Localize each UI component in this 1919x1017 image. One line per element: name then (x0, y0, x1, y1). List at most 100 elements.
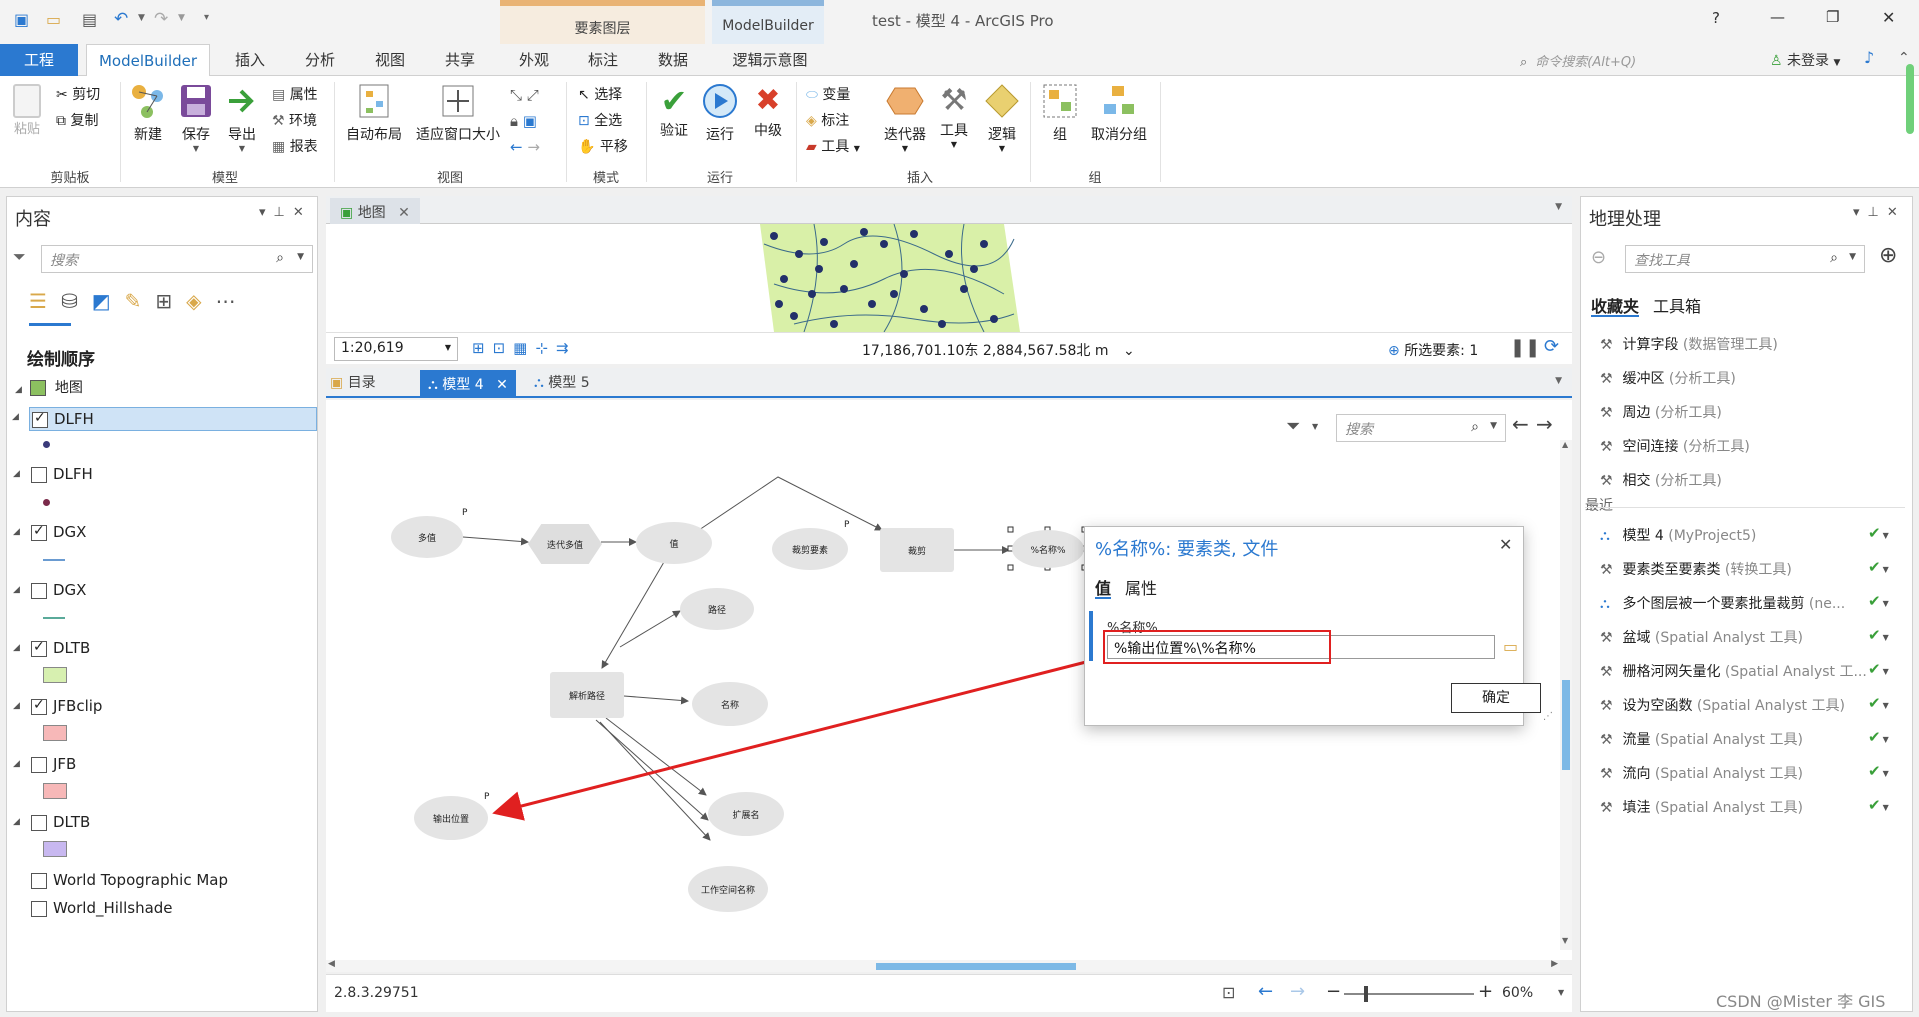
layer-row[interactable]: ◢ DLFH (13, 465, 93, 483)
back-circle-icon[interactable]: ⊖ (1591, 247, 1606, 268)
layer-row[interactable]: ◢ DLTB (13, 813, 90, 831)
selection-icon[interactable]: ◩ (92, 289, 125, 313)
success-check-icon[interactable]: ✔ ▼ (1868, 524, 1889, 542)
model4-tab-close-icon[interactable]: ✕ (496, 377, 508, 393)
model5-tab[interactable]: ⛬ 模型 5 (534, 372, 590, 392)
layer-row[interactable]: ◢ DGX (13, 581, 86, 599)
zoom-slider[interactable] (1344, 986, 1474, 1002)
search-options-icon[interactable]: ▼ (297, 252, 304, 262)
resize-grip-icon[interactable]: ⋰ (1543, 711, 1553, 722)
dialog-close-icon[interactable]: ✕ (1499, 535, 1512, 554)
map-tab[interactable]: ▣ 地图 ✕ (330, 198, 420, 224)
previous-extent-icon[interactable]: ← (510, 138, 523, 156)
recent-tool-item[interactable]: ⚒ 栅格河网矢量化 (Spatial Analyst 工... (1600, 661, 1867, 681)
editing-icon[interactable]: ✎ (125, 289, 156, 313)
add-tool-icon[interactable]: ⊕ (1879, 243, 1897, 268)
success-check-icon[interactable]: ✔ ▼ (1868, 592, 1889, 610)
logic-button[interactable]: 逻辑 ▼ (982, 82, 1022, 153)
redo-icon[interactable]: ↷ (154, 9, 168, 29)
login-button[interactable]: ♙ 未登录 ▼ (1770, 50, 1840, 70)
next-extent-icon[interactable]: → (527, 138, 540, 156)
close-button[interactable]: ✕ (1882, 8, 1895, 27)
properties-button[interactable]: ▤ 属性 (272, 84, 318, 104)
notification-bell-icon[interactable]: ♪ (1864, 48, 1874, 67)
expand-icon[interactable]: ◢ (13, 469, 20, 479)
ungroup-button[interactable]: 取消分组 (1086, 82, 1152, 144)
pan-button[interactable]: ✋ 平移 (578, 136, 628, 156)
zoom-out-icon[interactable]: ⤢ (527, 86, 539, 104)
map-node[interactable]: ◢ 地图 (15, 377, 83, 397)
pause-drawing-icon[interactable]: ❚❚ (1510, 337, 1540, 358)
dialog-ok-button[interactable]: 确定 (1451, 683, 1541, 713)
new-model-button[interactable]: 新建 (128, 82, 168, 144)
favorite-tool-item[interactable]: ⚒ 计算字段 (数据管理工具) (1600, 334, 1778, 354)
expand-icon[interactable]: ◢ (13, 585, 20, 595)
filter-icon[interactable]: ⏷ (13, 247, 26, 267)
scroll-down-icon[interactable]: ▼ (1562, 936, 1568, 945)
recent-tool-item[interactable]: ⚒ 流量 (Spatial Analyst 工具) (1600, 729, 1803, 749)
layer-visibility-checkbox[interactable] (31, 872, 47, 889)
correction-icon[interactable]: ⇉ (556, 339, 577, 357)
basemap-row[interactable]: World_Hillshade (31, 899, 173, 917)
report-button[interactable]: ▦ 报表 (272, 136, 318, 156)
layer-visibility-checkbox[interactable] (31, 582, 47, 599)
grid-icon[interactable]: ⊞ (472, 339, 493, 357)
dialog-tab-value[interactable]: 值 (1095, 575, 1111, 599)
tab-insert[interactable]: 插入 (222, 44, 278, 76)
expand-icon[interactable]: ◢ (13, 527, 20, 537)
tab-labeling[interactable]: 标注 (575, 44, 631, 76)
node-clip-feature[interactable]: 裁剪要素 (772, 528, 848, 570)
node-path[interactable]: 路径 (680, 588, 754, 630)
recent-tool-item[interactable]: ⛬ 模型 4 (MyProject5) (1600, 525, 1756, 545)
contents-search-input[interactable]: 搜索 ⌕ ▼ (41, 245, 313, 273)
success-check-icon[interactable]: ✔ ▼ (1868, 762, 1889, 780)
redo-dropdown-icon[interactable]: ▼ (178, 13, 185, 23)
scroll-left-icon[interactable]: ◀ (328, 959, 335, 969)
stop-button[interactable]: ✖ 中级 (748, 82, 788, 140)
customize-qat-icon[interactable]: ▾ (204, 12, 209, 23)
favorite-tool-item[interactable]: ⚒ 缓冲区 (分析工具) (1600, 368, 1736, 388)
vertical-scrollbar[interactable]: ▲ ▼ (1560, 440, 1572, 950)
undo-dropdown-icon[interactable]: ▼ (138, 13, 145, 23)
favorite-tool-item[interactable]: ⚒ 相交 (分析工具) (1600, 470, 1722, 490)
tab-overflow-icon[interactable]: ▼ (1555, 376, 1562, 386)
node-parse-path[interactable]: 解析路径 (550, 672, 624, 718)
search-options-icon[interactable]: ▼ (1849, 252, 1856, 262)
quick-access-new-icon[interactable]: ▣ (14, 10, 29, 29)
basemap-row[interactable]: World Topographic Map (31, 871, 228, 889)
find-tools-input[interactable]: 查找工具 ⌕ ▼ (1625, 245, 1865, 273)
pane-close-icon[interactable]: ✕ (293, 205, 312, 220)
snapping-toggle-icon[interactable]: ⊹ (535, 339, 556, 357)
recent-tool-item[interactable]: ⛬ 多个图层被一个要素批量裁剪 (ne... (1600, 593, 1845, 613)
success-check-icon[interactable]: ✔ ▼ (1868, 728, 1889, 746)
zoom-in-icon[interactable]: ⤡ (510, 86, 522, 104)
success-check-icon[interactable]: ✔ ▼ (1868, 626, 1889, 644)
variable-button[interactable]: ⬭ 变量 (806, 84, 850, 104)
pane-menu-icon[interactable]: ▾ (1853, 205, 1868, 220)
zoom-dropdown-icon[interactable]: ▼ (1558, 988, 1564, 997)
zoom-in-button[interactable]: + (1478, 981, 1493, 1002)
label-button[interactable]: ◈ 标注 (806, 110, 849, 130)
lock-alt-icon[interactable]: ▣ (523, 112, 537, 130)
h-scroll-thumb[interactable] (876, 963, 1076, 970)
node-name[interactable]: 名称 (692, 682, 768, 726)
refresh-icon[interactable]: ⟳ (1544, 336, 1559, 357)
tab-data[interactable]: 数据 (645, 44, 701, 76)
layer-row[interactable]: ◢ DGX (13, 523, 86, 542)
labeling-icon[interactable]: ◈ (186, 289, 215, 313)
help-button[interactable]: ? (1712, 9, 1720, 27)
toolboxes-tab[interactable]: 工具箱 (1653, 293, 1701, 317)
recent-tool-item[interactable]: ⚒ 设为空函数 (Spatial Analyst 工具) (1600, 695, 1845, 715)
success-check-icon[interactable]: ✔ ▼ (1868, 558, 1889, 576)
snapping-icon[interactable]: ⊞ (155, 289, 186, 313)
minimize-button[interactable]: — (1770, 8, 1785, 26)
expand-icon[interactable]: ◢ (13, 759, 20, 769)
node-clip-tool[interactable]: 裁剪 (880, 528, 954, 572)
expand-icon[interactable]: ◢ (13, 643, 20, 653)
node-workspace-name[interactable]: 工作空间名称 (688, 866, 768, 912)
node-multi-value[interactable]: 多值 (391, 516, 463, 558)
validate-button[interactable]: ✔ 验证 (654, 82, 694, 140)
catalog-tab[interactable]: ▣ 目录 (330, 372, 376, 392)
layer-visibility-checkbox[interactable] (31, 697, 47, 715)
expand-icon[interactable]: ◢ (13, 701, 20, 711)
